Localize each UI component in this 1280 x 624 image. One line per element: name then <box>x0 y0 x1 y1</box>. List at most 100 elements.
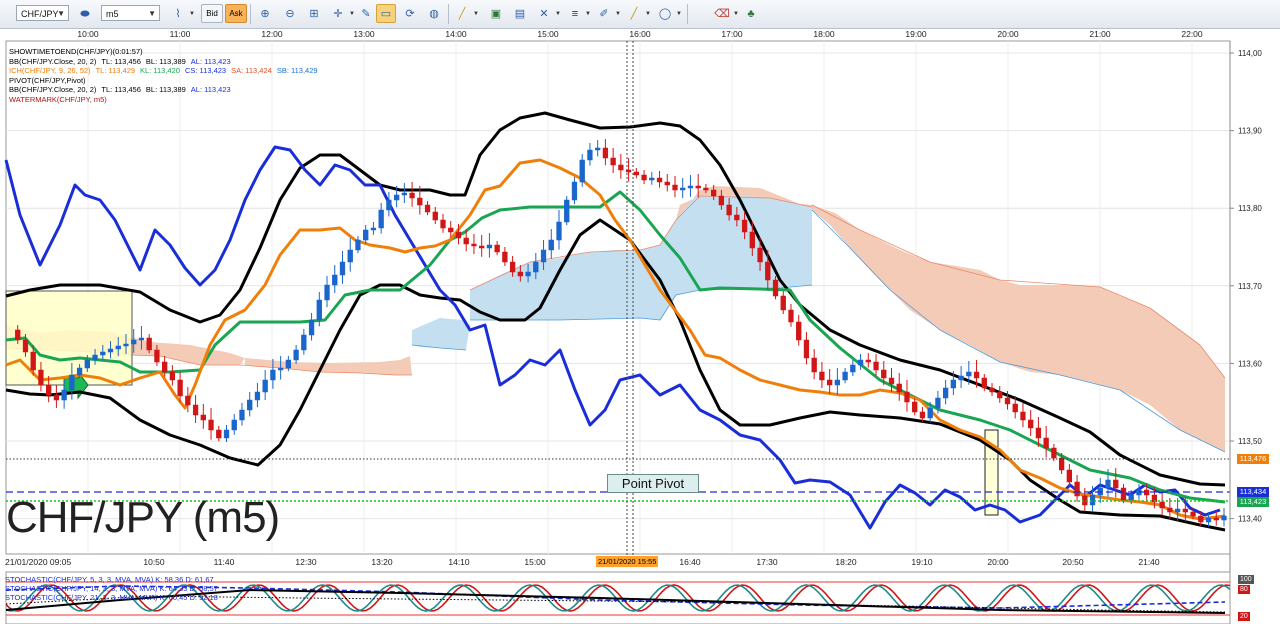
ask-button[interactable]: Ask <box>225 4 247 23</box>
refresh-icon[interactable]: ⟳ <box>400 4 420 23</box>
price-tick-label: 113,90 <box>1238 127 1262 136</box>
candle-body <box>571 181 578 201</box>
time-tick-label: 15:00 <box>537 29 559 39</box>
candle-body <box>92 354 98 361</box>
chevron-down-icon[interactable]: ▼ <box>733 11 739 17</box>
symbol-value: CHF/JPY <box>21 9 59 19</box>
chevron-down-icon[interactable]: ▼ <box>676 11 682 17</box>
candle-body <box>1066 469 1073 483</box>
time-tick-label: 14:00 <box>445 29 467 39</box>
lines-icon[interactable]: ≡ <box>565 4 585 23</box>
chevron-down-icon[interactable]: ▼ <box>585 11 591 17</box>
candle-body <box>347 249 353 263</box>
candle-body <box>548 239 554 251</box>
time-tick-label: 16:40 <box>679 557 701 567</box>
chart-type-icon[interactable]: ⌇ <box>168 4 188 23</box>
candle-body <box>30 351 36 371</box>
tools-icon[interactable]: ✕ <box>534 4 554 23</box>
candle-body <box>378 209 384 229</box>
ruler-icon[interactable]: ╱ <box>452 4 472 23</box>
stoch-level-20: 20 <box>1238 612 1250 621</box>
candle-body <box>525 271 531 277</box>
legend-row: WATERMARK(CHF/JPY, m5) <box>9 95 112 105</box>
legend-value: TL: 113,456 <box>101 85 141 95</box>
time-tick-label: 16:00 <box>629 29 651 39</box>
chevron-down-icon[interactable]: ▼ <box>473 11 479 17</box>
bid-button[interactable]: Bid <box>201 4 223 23</box>
candle-body <box>1089 494 1096 506</box>
candle-body <box>169 371 176 381</box>
candle-body <box>200 414 206 421</box>
chevron-down-icon[interactable]: ▼ <box>189 11 195 17</box>
candle-body <box>277 367 284 371</box>
eraser-icon[interactable]: ⌫ <box>712 4 732 23</box>
candle-body <box>115 345 121 350</box>
time-tick-label: 19:00 <box>905 29 927 39</box>
cursor-mode-icon[interactable]: ▭ <box>376 4 396 23</box>
price-tick-label: 114,00 <box>1238 49 1262 58</box>
time-tick-label: 21:00 <box>1089 29 1111 39</box>
candle-body <box>1035 427 1042 439</box>
candle-body <box>471 243 477 247</box>
zoom-in-icon[interactable]: ⊕ <box>255 4 275 23</box>
candle-body <box>262 379 268 393</box>
zoom-fit-icon[interactable]: ⊞ <box>304 4 324 23</box>
candle-body <box>479 245 485 249</box>
candle-body <box>981 377 987 389</box>
candle-body <box>363 229 369 241</box>
candle-body <box>216 429 222 439</box>
candle-body <box>146 337 152 351</box>
candle-body <box>417 197 423 206</box>
candle-body <box>873 361 879 371</box>
chevron-down-icon[interactable]: ▼ <box>645 11 651 17</box>
time-tick-label: 11:00 <box>170 29 191 39</box>
globe-icon[interactable]: ◍ <box>424 4 444 23</box>
candle-body <box>734 214 740 221</box>
candle-body <box>656 177 663 183</box>
stochastic-legend-2: STOCHASTIC(CHF/JPY, 14, 3, 3, MVA, MVA) … <box>5 584 218 593</box>
draw-icon[interactable]: ✎ <box>356 4 376 23</box>
time-tick-label: 21/01/2020 09:05 <box>5 557 71 567</box>
candle-body <box>1074 481 1080 497</box>
time-tick-label: 10:00 <box>77 29 99 39</box>
candle-body <box>177 379 183 397</box>
chevron-down-icon[interactable]: ▼ <box>349 11 355 17</box>
trendline-icon[interactable]: ╱ <box>624 4 644 23</box>
toolbar-divider <box>687 4 688 24</box>
candle-body <box>15 329 21 341</box>
candle-body <box>780 295 786 311</box>
tree-icon[interactable]: ♣ <box>741 4 761 23</box>
candle-body <box>997 391 1003 399</box>
time-tick-label: 21:40 <box>1138 557 1160 567</box>
ellipse-icon[interactable]: ◯ <box>655 4 675 23</box>
chevron-down-icon[interactable]: ▼ <box>615 11 621 17</box>
candle-body <box>695 185 701 189</box>
link-icon[interactable]: ⬬ <box>73 4 97 23</box>
timeframe-value: m5 <box>106 9 119 19</box>
timeframe-select[interactable]: m5 ▼ <box>101 5 160 21</box>
toolbar-divider <box>448 4 449 24</box>
window-icon[interactable]: ▤ <box>510 4 530 23</box>
symbol-select[interactable]: CHF/JPY ▼ <box>16 5 69 21</box>
pen-icon[interactable]: ✐ <box>594 4 614 23</box>
candle-body <box>455 231 462 239</box>
candle-body <box>1159 501 1165 509</box>
zoom-out-icon[interactable]: ⊖ <box>280 4 300 23</box>
chevron-down-icon[interactable]: ▼ <box>555 11 561 17</box>
legend-row: PIVOT(CHF/JPY,Pivot) <box>9 76 91 86</box>
candle-body <box>84 359 90 369</box>
legend-title: SHOWTIMETOEND(CHF/JPY)(0:01:57) <box>9 47 143 56</box>
price-tag-green: 113,423 <box>1237 497 1269 507</box>
candle-body <box>355 239 361 251</box>
image-icon[interactable]: ▣ <box>486 4 506 23</box>
candle-body <box>633 171 639 176</box>
candle-body <box>1105 479 1111 489</box>
candle-body <box>826 379 833 386</box>
candle-body <box>332 274 338 286</box>
legend-row: ICH(CHF/JPY, 9, 26, 52) TL: 113,429 KL: 11… <box>9 66 323 76</box>
candle-body <box>973 371 980 379</box>
crosshair-icon[interactable]: ✛ <box>328 4 348 23</box>
pivot-label[interactable]: Point Pivot <box>607 474 699 493</box>
candle-body <box>803 339 810 359</box>
candle-body <box>811 357 817 373</box>
